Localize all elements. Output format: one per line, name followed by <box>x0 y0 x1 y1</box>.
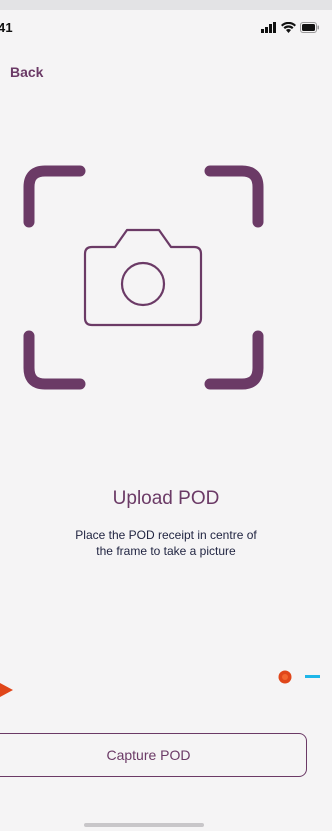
upload-pod-screen: 41 Back Upload POD Place the POD receipt… <box>0 0 332 831</box>
status-bar: 41 <box>0 10 332 46</box>
page-title: Upload POD <box>112 488 220 509</box>
frame-corner-top-right <box>204 165 264 228</box>
instruction-text: Place the POD receipt in centre of the f… <box>0 527 332 559</box>
frame-corner-bottom-left <box>23 330 86 390</box>
camera-icon <box>83 228 203 327</box>
frame-corner-top-left <box>23 165 86 228</box>
capture-pod-button[interactable]: Capture POD <box>0 733 307 777</box>
camera-frame-graphic <box>23 165 264 390</box>
instruction-line-1: Place the POD receipt in centre of <box>75 528 257 542</box>
top-strip <box>0 0 332 10</box>
status-time: 41 <box>0 20 13 35</box>
frame-corner-bottom-right <box>204 330 264 390</box>
camera-frame <box>0 150 332 410</box>
orange-arrow-icon <box>0 683 13 697</box>
back-button[interactable]: Back <box>10 64 43 80</box>
home-indicator <box>84 823 204 827</box>
battery-icon <box>300 22 319 33</box>
wifi-icon <box>281 22 296 33</box>
status-indicator-icon <box>278 670 320 684</box>
instruction-line-2: the frame to take a picture <box>96 544 236 558</box>
signal-icon <box>261 22 276 33</box>
status-icons <box>261 22 320 33</box>
